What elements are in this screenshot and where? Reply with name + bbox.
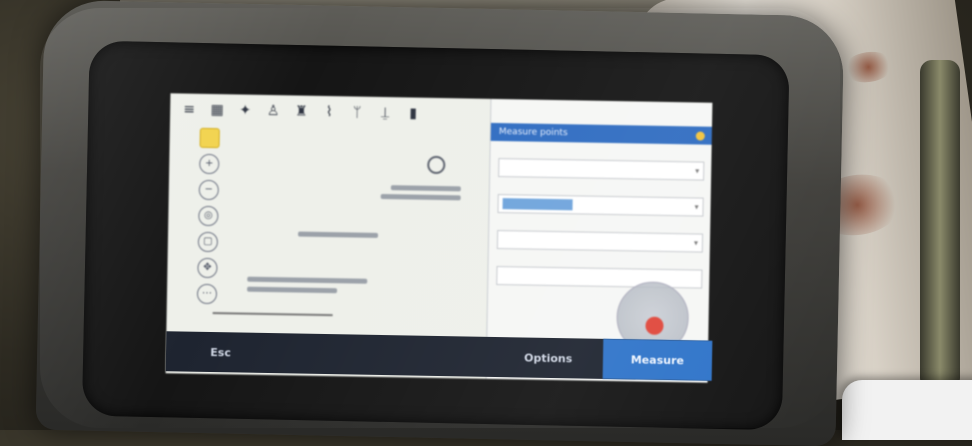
zoom-out-icon[interactable]: − xyxy=(198,179,219,201)
satellite-icon[interactable]: ✦ xyxy=(236,101,254,119)
antenna-height-field[interactable] xyxy=(496,266,703,289)
map-point-label xyxy=(247,286,338,294)
map-point-label xyxy=(390,185,461,192)
map-point-label xyxy=(380,193,461,201)
person-icon[interactable]: ♙ xyxy=(264,102,282,120)
zoom-in-icon[interactable]: + xyxy=(199,153,220,175)
layers-icon[interactable]: ▦ xyxy=(208,101,226,119)
select-tool-icon[interactable] xyxy=(199,127,220,149)
softkey-3[interactable] xyxy=(384,335,494,377)
point-name-field[interactable]: ▾ xyxy=(498,158,705,181)
menu-icon[interactable]: ≡ xyxy=(180,100,198,118)
record-button-icon[interactable] xyxy=(645,316,664,335)
method-field[interactable]: ▾ xyxy=(496,230,704,253)
panel-header-label: Measure points xyxy=(498,127,568,139)
signal-icon[interactable]: ⌇ xyxy=(320,103,338,121)
map-point-label xyxy=(298,231,379,238)
antenna-icon[interactable]: ᛘ xyxy=(348,103,366,121)
panel-header[interactable]: Measure points xyxy=(490,122,713,145)
receiver-icon[interactable]: ♜ xyxy=(292,102,310,120)
map-scale-bar xyxy=(212,312,333,317)
code-field[interactable]: ▾ xyxy=(497,194,704,217)
rover-icon[interactable]: ⍊ xyxy=(376,104,394,122)
esc-softkey[interactable]: Esc xyxy=(166,331,276,373)
status-dot-icon xyxy=(695,130,705,141)
zoom-window-icon[interactable]: ▢ xyxy=(197,231,219,253)
north-arrow-icon xyxy=(427,155,446,175)
map-side-toolbar: + − ◎ ▢ ✥ ⋯ xyxy=(196,127,221,328)
measure-softkey[interactable]: Measure xyxy=(602,338,713,381)
map-point-label xyxy=(247,276,368,284)
zoom-extents-icon[interactable]: ◎ xyxy=(198,205,219,227)
background-rod xyxy=(920,60,960,390)
softkey-2[interactable] xyxy=(275,333,385,375)
options-softkey[interactable]: Options xyxy=(493,337,603,379)
map-toolbar: ≡ ▦ ✦ ♙ ♜ ⌇ ᛘ ⍊ ▮ xyxy=(170,93,501,131)
battery-icon[interactable]: ▮ xyxy=(404,104,422,122)
map-options-icon[interactable]: ⋯ xyxy=(196,283,218,305)
background-paper xyxy=(842,380,972,440)
pan-icon[interactable]: ✥ xyxy=(197,257,218,279)
